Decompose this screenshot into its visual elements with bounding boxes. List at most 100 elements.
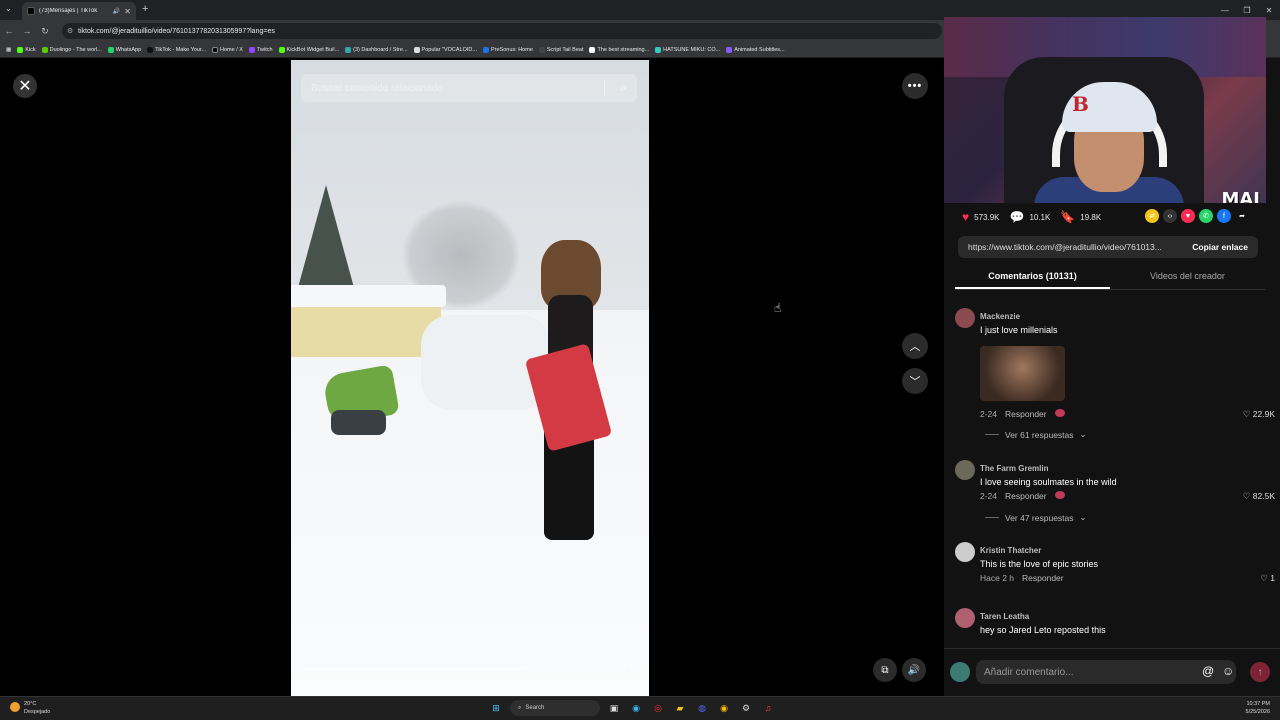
comment-author[interactable]: Taren Leatha (980, 612, 1029, 621)
bookmark-item[interactable]: Animated Subtitles... (726, 46, 785, 53)
bookmark-item[interactable]: Script Tail Beat (538, 46, 583, 53)
whatsapp-icon[interactable]: ✆ (1199, 209, 1213, 223)
start-icon[interactable]: ⊞ (488, 700, 504, 716)
reload-button[interactable]: ↻ (36, 26, 54, 37)
bookmark-item[interactable]: Home / X (212, 46, 243, 53)
related-search-input[interactable]: Buscar contenido relacionado ⌕ (301, 74, 637, 102)
close-video-button[interactable]: ✕ (13, 74, 37, 98)
tab-search-icon[interactable]: ⌄ (5, 4, 12, 13)
search-icon: ⌕ (518, 704, 522, 711)
video-link[interactable]: https://www.tiktok.com/@jeraditullio/vid… (968, 242, 1183, 252)
share-arrow-icon[interactable]: ➦ (1235, 209, 1249, 223)
comment-meta: 2-24 Responder (980, 409, 1065, 419)
avatar[interactable] (955, 542, 975, 562)
tab-comments[interactable]: Comentarios (10131) (955, 266, 1110, 289)
taskbar-apps: ⊞ ⌕ Search ▣ ◉ ◎ ▰ ◍ ◉ ⚙ ♫ (488, 700, 776, 716)
discord-icon[interactable]: ◍ (694, 700, 710, 716)
more-options-button[interactable]: ••• (902, 73, 928, 99)
settings-icon[interactable]: ⚙ (738, 700, 754, 716)
weather-icon (10, 702, 20, 712)
taskbar-search[interactable]: ⌕ Search (510, 700, 600, 716)
previous-video-button[interactable]: ︿ (902, 333, 928, 359)
tiktok-icon (27, 7, 35, 15)
comment-date: Hace 2 h (980, 573, 1015, 583)
video-frame (331, 410, 386, 435)
video-progress-bar[interactable] (301, 668, 525, 670)
comment-input[interactable]: Añadir comentario... (976, 660, 1236, 684)
bookmark-item[interactable]: The best streaming... (589, 46, 649, 53)
view-replies-button[interactable]: Ver 47 respuestas ⌄ (985, 512, 1087, 523)
like-button[interactable]: ♥ 573.9K (962, 210, 999, 224)
forward-button[interactable]: → (18, 26, 36, 36)
back-button[interactable]: ← (0, 26, 18, 36)
url-text: tiktok.com/@jeradituillio/video/76101377… (78, 27, 275, 35)
bookmark-item[interactable]: HATSUNE MIKU: CO... (655, 46, 720, 53)
task-view-icon[interactable]: ▣ (606, 700, 622, 716)
bookmark-item[interactable]: (3) Dashboard / Stre... (345, 46, 408, 53)
os-taskbar: 20°C Despejado ⊞ ⌕ Search ▣ ◉ ◎ ▰ ◍ ◉ ⚙ … (0, 696, 1280, 720)
facebook-icon[interactable]: f (1217, 209, 1231, 223)
video-frame (291, 285, 446, 307)
weather-widget[interactable]: 20°C Despejado (10, 700, 50, 716)
send-comment-button[interactable]: ↑ (1250, 662, 1270, 682)
emoji-icon[interactable]: ☺ (1222, 664, 1234, 678)
repost-icon[interactable]: ⇄ (1145, 209, 1159, 223)
tab-creator-videos[interactable]: Videos del creador (1110, 266, 1265, 289)
close-tab-icon[interactable]: ✕ (124, 7, 131, 16)
system-clock[interactable]: 10:37 PM 5/25/2026 (1246, 700, 1270, 716)
bookmark-icon: 🔖 (1060, 210, 1076, 224)
bookmark-item[interactable]: Popular "VOCALOID... (413, 46, 477, 53)
volume-button[interactable]: 🔊 (902, 658, 926, 682)
comment-like-button[interactable]: ♡ 82.5K (1243, 491, 1275, 502)
action-bar: ♥ 573.9K 💬 10.1K 🔖 19.8K (962, 208, 1101, 226)
url-field[interactable]: ⚙ tiktok.com/@jeradituillio/video/761013… (62, 23, 942, 39)
comment-text: I love seeing soulmates in the wild (980, 477, 1117, 487)
floating-player-button[interactable]: ⧉ (873, 658, 897, 682)
browser-tab[interactable]: (73)Mensajes | TikTok 🔊 ✕ (22, 2, 136, 20)
comment-button[interactable]: 💬 10.1K (1009, 210, 1050, 224)
bookmark-item[interactable]: PreSonus: Home (483, 46, 533, 53)
video-player[interactable]: Buscar contenido relacionado ⌕ 00:25/00:… (291, 60, 649, 696)
comment-like-button[interactable]: ♡ 1 (1260, 573, 1275, 584)
bookmark-item[interactable]: WhatsApp (107, 46, 141, 53)
mouse-cursor-icon: ☝ (774, 301, 782, 315)
embed-icon[interactable]: ‹› (1163, 209, 1177, 223)
apps-icon[interactable]: ▦ (6, 47, 11, 53)
music-icon[interactable]: ♫ (760, 700, 776, 716)
bookmark-item[interactable]: Duolingo - The worl... (41, 46, 102, 53)
site-info-icon[interactable]: ⚙ (67, 27, 73, 35)
comment-author[interactable]: Kristin Thatcher (980, 546, 1041, 555)
bookmark-item[interactable]: KickBot Widget Buil... (278, 46, 339, 53)
copy-link-button[interactable]: Copiar enlace (1192, 242, 1248, 252)
next-video-button[interactable]: ﹀ (902, 368, 928, 394)
avatar[interactable] (955, 308, 975, 328)
panel-tabs: Comentarios (10131) Videos del creador (955, 266, 1265, 290)
avatar[interactable] (955, 608, 975, 628)
edge-icon[interactable]: ◉ (628, 700, 644, 716)
app-icon[interactable]: ◎ (650, 700, 666, 716)
search-icon[interactable]: ⌕ (620, 80, 627, 95)
bookmark-item[interactable]: TikTok - Make Your... (147, 46, 206, 53)
mention-icon[interactable]: @ (1202, 664, 1214, 678)
avatar[interactable] (955, 460, 975, 480)
comment-date: 2-24 (980, 491, 998, 501)
avatar (950, 662, 970, 682)
reply-button[interactable]: Responder (1005, 409, 1047, 419)
bookmark-item[interactable]: Twitch (248, 46, 273, 53)
comment-like-button[interactable]: ♡ 22.9K (1243, 409, 1275, 420)
comment-author[interactable]: Mackenzie (980, 312, 1020, 321)
send-icon[interactable]: ▼ (1181, 209, 1195, 223)
reply-button[interactable]: Responder (1022, 573, 1064, 583)
save-button[interactable]: 🔖 19.8K (1060, 210, 1101, 224)
reply-button[interactable]: Responder (1005, 491, 1047, 501)
chrome-icon[interactable]: ◉ (716, 700, 732, 716)
heart-icon: ♥ (962, 210, 970, 224)
comment-author[interactable]: The Farm Gremlin (980, 464, 1048, 473)
video-link-row: https://www.tiktok.com/@jeraditullio/vid… (958, 236, 1258, 258)
new-tab-button[interactable]: + (142, 3, 148, 15)
comment-gif[interactable] (980, 346, 1065, 401)
bookmark-item[interactable]: Kick (17, 46, 36, 53)
file-explorer-icon[interactable]: ▰ (672, 700, 688, 716)
chevron-down-icon: ⌄ (1079, 429, 1087, 439)
view-replies-button[interactable]: Ver 61 respuestas ⌄ (985, 429, 1087, 440)
